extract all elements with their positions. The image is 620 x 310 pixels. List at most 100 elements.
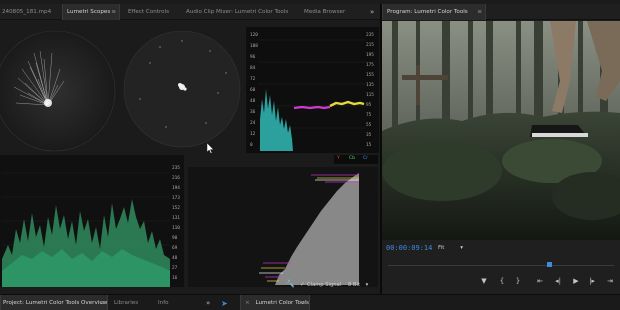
histogram-tick: 60 — [250, 88, 256, 93]
chevron-down-icon: ▾ — [365, 282, 369, 288]
waveform-tick: 173 — [172, 196, 180, 201]
histogram-tick: 75 — [366, 113, 372, 118]
waveform-tick: 235 — [172, 166, 180, 171]
histogram-tick: 195 — [366, 53, 374, 58]
histogram-trace — [258, 39, 366, 151]
histogram-right-axis: 235 215 195 175 155 135 115 95 75 55 35 … — [366, 33, 378, 151]
tab-menu-icon[interactable]: ≡ — [301, 295, 306, 310]
parade-label-y: Y — [337, 156, 340, 161]
histogram-magenta-channel — [293, 105, 331, 110]
histogram-tick: 15 — [366, 143, 372, 148]
program-timecode[interactable]: 00:00:09:14 — [386, 244, 432, 252]
histogram-tick: 84 — [250, 66, 256, 71]
histogram-tick: 72 — [250, 77, 256, 82]
histogram-tick: 155 — [366, 73, 374, 78]
program-scrub-bar[interactable] — [388, 262, 614, 268]
tab-project[interactable]: Project: Lumetri Color Tools Overview ≡ — [0, 295, 108, 310]
histogram-tick: 36 — [250, 110, 256, 115]
clamp-signal-checkbox[interactable]: ✓ — [300, 281, 305, 288]
time-ruler — [388, 265, 614, 266]
tab-menu-icon[interactable]: ≡ — [477, 4, 482, 20]
histogram-tick: 96 — [250, 55, 256, 60]
tab-lumetri-scopes-label: Lumetri Scopes — [67, 9, 111, 15]
forest-scene-image — [382, 21, 620, 240]
tab-menu-icon[interactable]: ≡ — [99, 295, 104, 310]
histogram-tick: 55 — [366, 123, 372, 128]
histogram-tick: 35 — [366, 133, 372, 138]
waveform-tick: 48 — [172, 256, 178, 261]
histogram-tick: 12 — [250, 132, 256, 137]
close-icon[interactable]: × — [245, 300, 250, 306]
add-marker-button[interactable]: ▼ — [480, 277, 488, 285]
program-title: Program: Lumetri Color Tools — [387, 9, 468, 15]
tab-libraries[interactable]: Libraries — [114, 295, 138, 310]
vectorscope-right — [123, 30, 241, 148]
vectorscope-left — [0, 30, 116, 152]
clamp-signal-label: Clamp Signal — [307, 282, 342, 288]
parade-trace — [259, 173, 359, 285]
histogram-tick: 0 — [250, 143, 253, 148]
tab-lumetri-scopes[interactable]: Lumetri Scopes ≡ — [62, 4, 120, 20]
waveform-tick: 216 — [172, 176, 180, 181]
parade-label-cb: Cb — [349, 156, 355, 161]
tab-audio-clip-mixer[interactable]: Audio Clip Mixer: Lumetri Color Tools — [186, 4, 288, 20]
tab-overflow-button[interactable]: » — [370, 4, 374, 20]
go-to-out-button[interactable]: ⇥ — [606, 277, 614, 285]
step-back-button[interactable]: ◂| — [554, 277, 562, 285]
waveform-trace — [2, 172, 170, 287]
tab-timeline[interactable]: × Lumetri Color Tools ≡ — [240, 295, 310, 310]
bit-depth-select[interactable]: 8 Bit ▾ — [348, 282, 368, 288]
waveform-tick: 110 — [172, 226, 180, 231]
program-video-frame — [382, 21, 620, 240]
histogram-tick: 215 — [366, 43, 374, 48]
parade-label-cr: Cr — [363, 156, 368, 161]
tab-menu-icon[interactable]: ≡ — [111, 4, 116, 20]
play-button[interactable]: ▶ — [572, 277, 580, 285]
parade-luma-wedge — [275, 173, 359, 285]
playhead-marker[interactable] — [547, 262, 553, 267]
histogram-cyan-channel — [260, 89, 293, 151]
histogram-tick: 108 — [250, 44, 258, 49]
waveform-tick: 69 — [172, 246, 178, 251]
tab-program-monitor[interactable]: Program: Lumetri Color Tools ≡ — [382, 4, 486, 20]
histogram-tick: 24 — [250, 121, 256, 126]
histogram-tick: 115 — [366, 93, 374, 98]
waveform-axis: 235 216 194 173 152 131 110 90 69 48 27 … — [172, 166, 183, 284]
mark-out-button[interactable]: } — [514, 277, 522, 285]
histogram-tick: 48 — [250, 99, 256, 104]
project-tab-label: Project: Lumetri Color Tools Overview — [3, 300, 108, 306]
mouse-cursor-icon — [207, 143, 214, 154]
bit-depth-value: 8 Bit — [348, 282, 360, 288]
fit-value: Fit — [438, 245, 445, 251]
wrench-icon[interactable]: 🔧 — [286, 280, 295, 288]
waveform-tick: 131 — [172, 216, 180, 221]
program-tab-bar: Program: Lumetri Color Tools ≡ — [382, 4, 620, 20]
waveform-tick: 16 — [172, 276, 178, 281]
waveform-tick: 194 — [172, 186, 180, 191]
mark-in-button[interactable]: { — [498, 277, 506, 285]
step-forward-button[interactable]: |▸ — [588, 277, 596, 285]
histogram-tick: 175 — [366, 63, 374, 68]
tab-effect-controls[interactable]: Effect Controls — [128, 4, 169, 20]
tab-info[interactable]: Info — [158, 295, 169, 310]
bottom-tab-bar: Project: Lumetri Color Tools Overview ≡ … — [0, 294, 620, 310]
waveform-tick: 90 — [172, 236, 178, 241]
tab-media-browser[interactable]: Media Browser — [304, 4, 345, 20]
lumetri-scopes-panel: 120 108 96 84 72 60 48 36 24 12 0 235 21… — [0, 21, 380, 294]
histogram-tick: 235 — [366, 33, 374, 38]
tab-overflow-button[interactable]: » — [206, 295, 210, 310]
program-controls: 00:00:09:14 Fit ▾ ▼ { } ⇤ ◂| ▶ |▸ ⇥ — [382, 240, 620, 294]
left-tab-bar: 240805_181.mp4 Lumetri Scopes ≡ Effect C… — [0, 4, 380, 20]
histogram-yellow-channel — [329, 100, 365, 108]
histogram-tick: 135 — [366, 83, 374, 88]
selection-tool-icon[interactable]: ➤ — [221, 299, 229, 308]
tab-source-clip[interactable]: 240805_181.mp4 — [2, 4, 51, 20]
chevron-down-icon: ▾ — [460, 245, 463, 251]
waveform-tick: 27 — [172, 266, 178, 271]
go-to-in-button[interactable]: ⇤ — [536, 277, 544, 285]
parade-channel-labels: Y Cb Cr — [334, 155, 378, 164]
histogram-tick: 120 — [250, 33, 258, 38]
fit-select[interactable]: Fit ▾ — [438, 245, 463, 251]
waveform-tick: 152 — [172, 206, 180, 211]
histogram-tick: 95 — [366, 103, 372, 108]
